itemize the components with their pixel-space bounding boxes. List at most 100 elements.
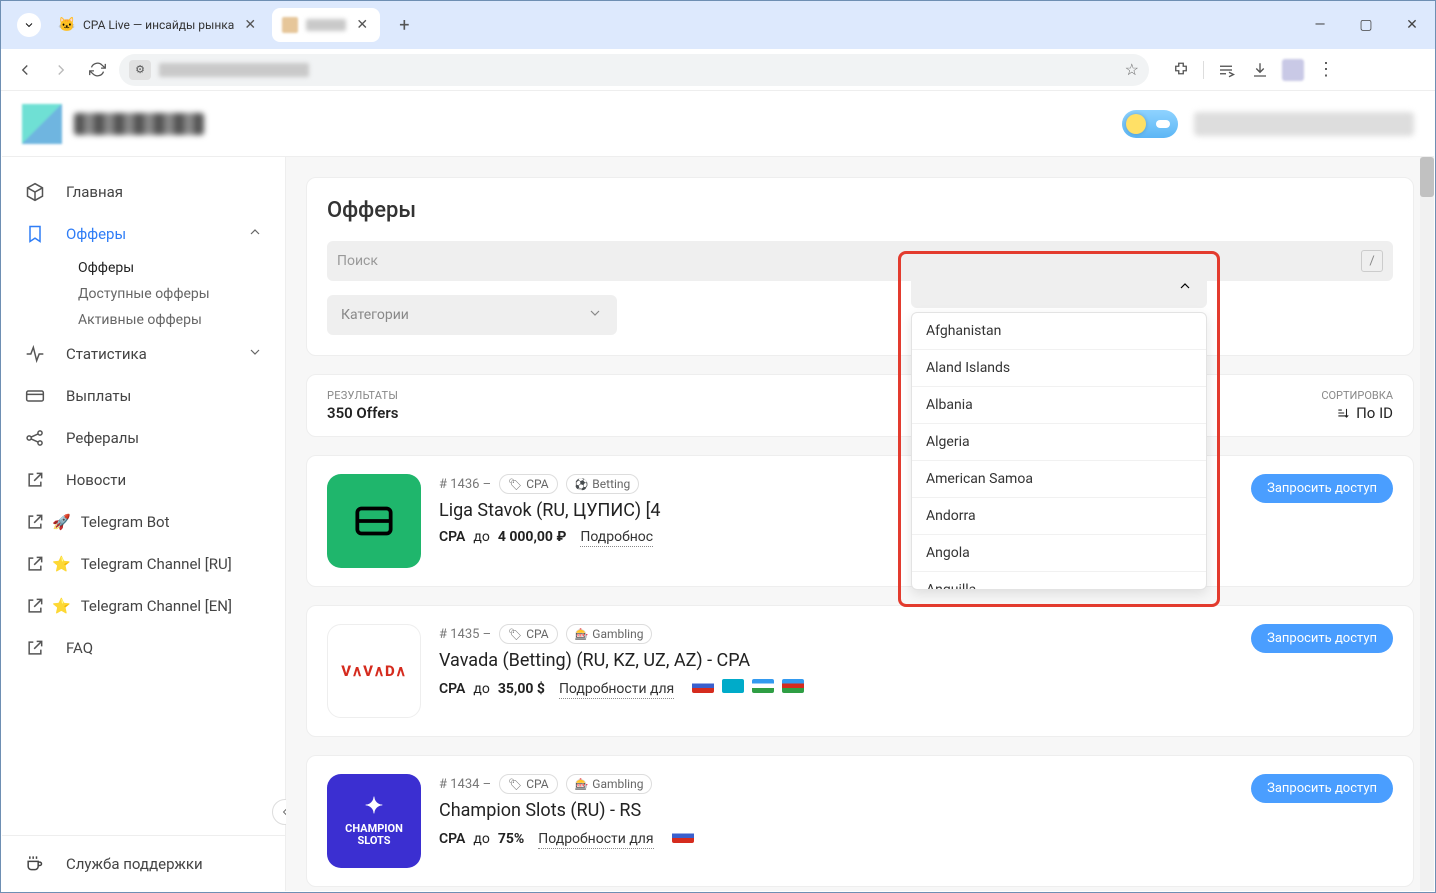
tab-close-button[interactable]: ✕ bbox=[354, 17, 370, 33]
bookmark-icon bbox=[24, 223, 46, 245]
sidebar-item-payouts[interactable]: Выплаты bbox=[2, 375, 285, 417]
playlist-icon[interactable] bbox=[1214, 58, 1238, 82]
flag-uz-icon bbox=[752, 679, 774, 693]
offer-tag[interactable]: 🏷CPA bbox=[499, 624, 557, 644]
request-access-button[interactable]: Запросить доступ bbox=[1251, 624, 1393, 653]
offer-logo[interactable] bbox=[327, 474, 421, 568]
sidebar-label: Telegram Channel [EN] bbox=[81, 597, 232, 615]
sidebar-item-referrals[interactable]: Рефералы bbox=[2, 417, 285, 459]
offer-details-link[interactable]: Подробности для bbox=[538, 831, 653, 849]
sidebar-item-tg-en[interactable]: ⭐ Telegram Channel [EN] bbox=[2, 585, 285, 627]
offer-id: # 1436 – bbox=[439, 477, 491, 492]
window-minimize-button[interactable]: — bbox=[1297, 1, 1343, 49]
country-option[interactable]: Angola bbox=[912, 535, 1206, 572]
flag-az-icon bbox=[782, 679, 804, 693]
sidebar-item-home[interactable]: Главная bbox=[2, 171, 285, 213]
browser-tab-inactive[interactable]: 🐱 CPA Live — инсайды рынка ✕ bbox=[49, 8, 268, 42]
card-icon bbox=[24, 385, 46, 407]
offer-details-link[interactable]: Подробнос bbox=[580, 529, 653, 547]
coffee-icon bbox=[24, 853, 46, 875]
bookmark-star-icon[interactable]: ☆ bbox=[1125, 60, 1139, 79]
offer-logo[interactable]: V∧V∧D∧ bbox=[327, 624, 421, 718]
sidebar-sub-active[interactable]: Активные офферы bbox=[2, 307, 285, 333]
offer-title[interactable]: Vavada (Betting) (RU, KZ, UZ, AZ) - CPA bbox=[439, 650, 1233, 671]
country-option[interactable]: Algeria bbox=[912, 424, 1206, 461]
downloads-icon[interactable] bbox=[1248, 58, 1272, 82]
tab-search-button[interactable] bbox=[17, 13, 41, 37]
nav-reload-button[interactable] bbox=[83, 56, 111, 84]
sidebar-label: Главная bbox=[66, 183, 123, 201]
flag-ru-icon bbox=[672, 829, 694, 843]
activity-icon bbox=[24, 343, 46, 365]
chevron-up-icon bbox=[1177, 278, 1193, 298]
browser-navbar: ⚙ ☆ ⋮ bbox=[1, 49, 1435, 91]
categories-select[interactable]: Категории bbox=[327, 295, 617, 335]
window-maximize-button[interactable]: ▢ bbox=[1343, 1, 1389, 49]
logo-mark bbox=[22, 104, 62, 144]
sidebar-item-offers[interactable]: Офферы bbox=[2, 213, 285, 255]
offer-tag[interactable]: 🏷CPA bbox=[499, 474, 557, 494]
sidebar-label: Рефералы bbox=[66, 429, 139, 447]
extensions-icon[interactable] bbox=[1169, 58, 1193, 82]
scrollbar-thumb[interactable] bbox=[1420, 157, 1434, 197]
sidebar-support[interactable]: Служба поддержки bbox=[2, 835, 285, 891]
search-placeholder: Поиск bbox=[337, 253, 378, 269]
offer-logo[interactable]: ✦CHAMPIONSLOTS bbox=[327, 774, 421, 868]
site-logo[interactable] bbox=[22, 104, 204, 144]
sidebar-item-tg-ru[interactable]: ⭐ Telegram Channel [RU] bbox=[2, 543, 285, 585]
sidebar-sub-available[interactable]: Доступные офферы bbox=[2, 281, 285, 307]
sidebar-label: FAQ bbox=[66, 639, 93, 657]
offer-tag[interactable]: 🎰Gambling bbox=[566, 774, 653, 794]
cube-icon bbox=[24, 181, 46, 203]
nav-forward-button[interactable] bbox=[47, 56, 75, 84]
offer-pay-label: CPA bbox=[439, 681, 465, 697]
external-link-icon bbox=[24, 553, 46, 575]
offer-title[interactable]: Champion Slots (RU) - RS bbox=[439, 800, 1233, 821]
offer-tag[interactable]: 🏷CPA bbox=[499, 774, 557, 794]
offer-pay-label: CPA bbox=[439, 831, 465, 847]
sidebar-label: Новости bbox=[66, 471, 126, 489]
new-tab-button[interactable]: + bbox=[390, 11, 418, 39]
profile-avatar[interactable] bbox=[1282, 59, 1304, 81]
offer-details-link[interactable]: Подробности для bbox=[559, 681, 674, 699]
site-settings-icon[interactable]: ⚙ bbox=[129, 60, 151, 80]
country-option[interactable]: Andorra bbox=[912, 498, 1206, 535]
country-option[interactable]: Anguilla bbox=[912, 572, 1206, 590]
request-access-button[interactable]: Запросить доступ bbox=[1251, 474, 1393, 503]
offer-tag[interactable]: 🎰Gambling bbox=[566, 624, 653, 644]
offer-pay-upto: до bbox=[473, 529, 489, 545]
sidebar-item-news[interactable]: Новости bbox=[2, 459, 285, 501]
sidebar-item-stats[interactable]: Статистика bbox=[2, 333, 285, 375]
tab-close-button[interactable]: ✕ bbox=[242, 17, 258, 33]
sidebar-sub-offers[interactable]: Офферы bbox=[2, 255, 285, 281]
theme-toggle[interactable] bbox=[1122, 110, 1178, 138]
scrollbar-track[interactable] bbox=[1420, 157, 1434, 891]
request-access-button[interactable]: Запросить доступ bbox=[1251, 774, 1393, 803]
browser-menu-icon[interactable]: ⋮ bbox=[1314, 58, 1338, 82]
nav-back-button[interactable] bbox=[11, 56, 39, 84]
search-input[interactable]: Поиск / bbox=[327, 241, 1393, 281]
sidebar: Главная Офферы Офферы Доступные офферы А… bbox=[2, 157, 286, 891]
sort-select[interactable]: По ID bbox=[1321, 404, 1393, 422]
country-option[interactable]: Afghanistan bbox=[912, 313, 1206, 350]
offer-tag[interactable]: ⚽Betting bbox=[566, 474, 640, 494]
country-select[interactable] bbox=[911, 268, 1207, 308]
country-option[interactable]: American Samoa bbox=[912, 461, 1206, 498]
offer-card: # 1436 – 🏷CPA⚽Betting Liga Stavok (RU, Ц… bbox=[306, 455, 1414, 587]
url-bar[interactable]: ⚙ ☆ bbox=[119, 54, 1149, 86]
divider bbox=[1203, 61, 1204, 79]
offer-id: # 1435 – bbox=[439, 627, 491, 642]
browser-titlebar: 🐱 CPA Live — инсайды рынка ✕ ✕ + — ▢ ✕ bbox=[1, 1, 1435, 49]
tab-title-blurred bbox=[306, 19, 346, 31]
country-option[interactable]: Aland Islands bbox=[912, 350, 1206, 387]
country-option[interactable]: Albania bbox=[912, 387, 1206, 424]
external-link-icon bbox=[24, 595, 46, 617]
main-content: Офферы Поиск / Категории bbox=[286, 157, 1434, 891]
results-bar: РЕЗУЛЬТАТЫ 350 Offers СОРТИРОВКА По ID bbox=[306, 374, 1414, 437]
chevron-down-icon bbox=[247, 344, 263, 364]
window-close-button[interactable]: ✕ bbox=[1389, 1, 1435, 49]
sidebar-item-faq[interactable]: FAQ bbox=[2, 627, 285, 669]
flag-kz-icon bbox=[722, 679, 744, 693]
browser-tab-active[interactable]: ✕ bbox=[272, 8, 380, 42]
sidebar-item-tg-bot[interactable]: 🚀 Telegram Bot bbox=[2, 501, 285, 543]
